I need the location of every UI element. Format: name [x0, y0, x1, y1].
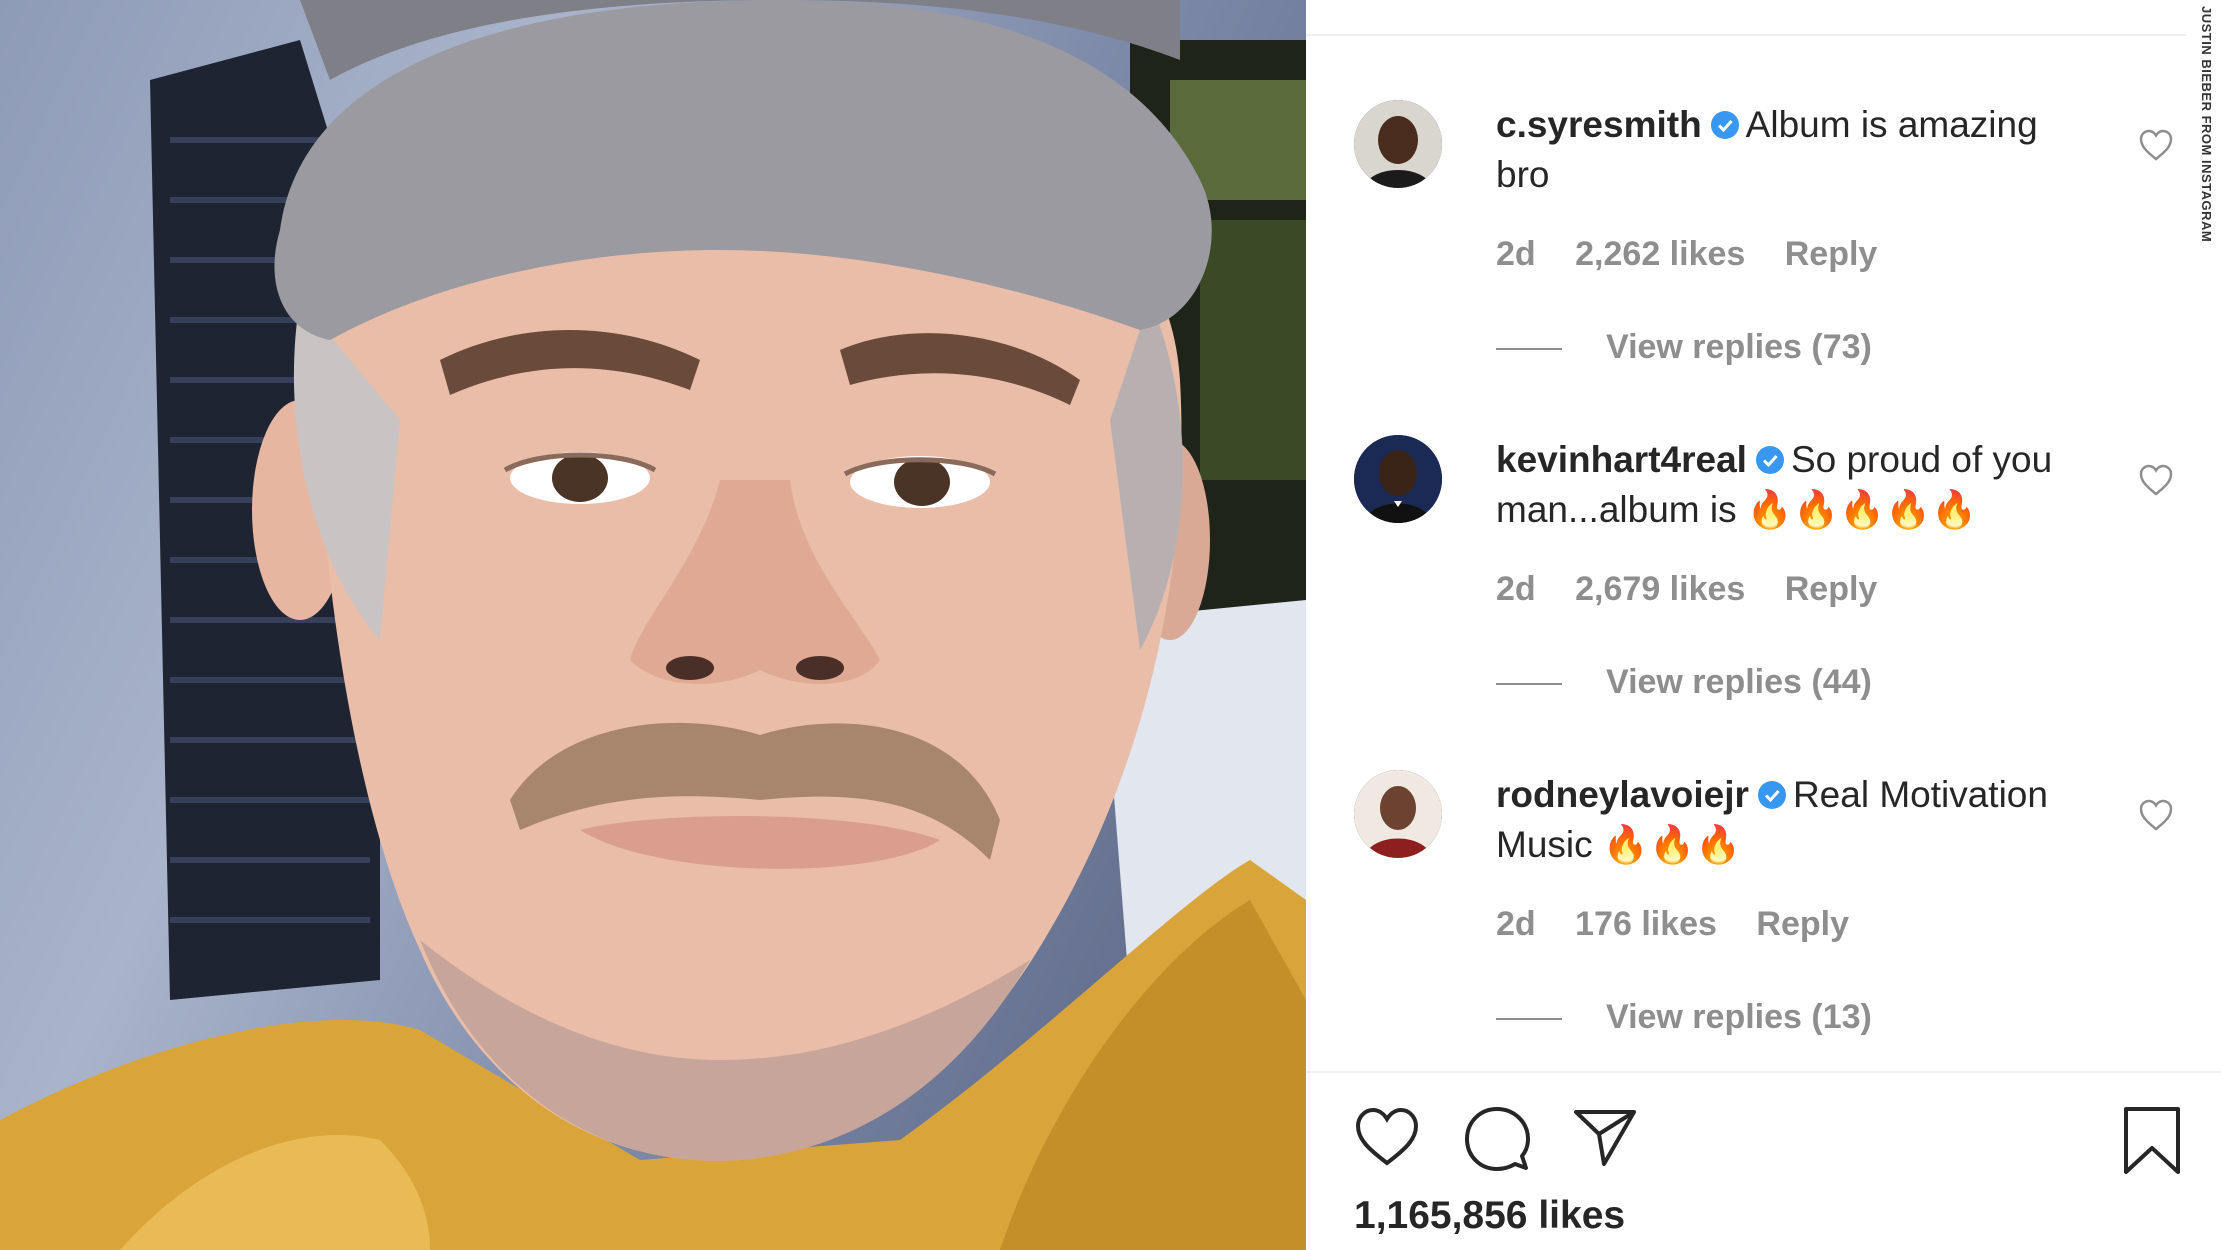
- comment-body: kevinhart4real So proud of you man...albu…: [1496, 435, 2116, 535]
- comment-age: 2d: [1496, 570, 1536, 608]
- view-replies-label: View replies (13): [1606, 998, 1872, 1036]
- comment-meta: 2d 2,262 likes Reply: [1496, 235, 1907, 274]
- divider: [1306, 1071, 2221, 1073]
- view-replies-label: View replies (73): [1606, 328, 1872, 366]
- verified-badge-icon: [1755, 446, 1784, 474]
- bookmark-icon[interactable]: [2122, 1106, 2182, 1176]
- comment-text-line: Real Motivation: [1792, 774, 2048, 815]
- post-likes-count[interactable]: 1,165,856 likes: [1354, 1194, 1625, 1238]
- comment-item: kevinhart4real So proud of you man...albu…: [1354, 435, 2174, 735]
- avatar-image: [1354, 435, 1442, 523]
- comment-body: rodneylavoiejr Real Motivation Music 🔥🔥🔥: [1496, 770, 2116, 870]
- comment-age: 2d: [1496, 235, 1536, 273]
- verified-badge-icon: [1710, 111, 1739, 139]
- avatar[interactable]: [1354, 770, 1442, 858]
- comment-text-line: bro: [1496, 154, 1550, 195]
- avatar[interactable]: [1354, 435, 1442, 523]
- photo-credit: JUSTIN BIEBER FROM INSTAGRAM: [2199, 6, 2216, 256]
- comment-text: c.syresmith Album is amazing bro: [1496, 100, 2116, 200]
- reply-button[interactable]: Reply: [1785, 235, 1878, 273]
- comment-text-line: man...album is: [1496, 489, 1737, 530]
- comment-text-line: So proud of you: [1790, 439, 2053, 480]
- comment-likes[interactable]: 2,679 likes: [1575, 570, 1745, 608]
- comment-meta: 2d 176 likes Reply: [1496, 905, 1879, 944]
- comment-meta: 2d 2,679 likes Reply: [1496, 570, 1907, 609]
- fire-emoji: 🔥🔥🔥: [1602, 823, 1742, 866]
- comment-likes[interactable]: 2,262 likes: [1575, 235, 1745, 273]
- comment-username[interactable]: kevinhart4real: [1496, 439, 1747, 480]
- post-photo[interactable]: [0, 0, 1306, 1250]
- verified-badge-icon: [1757, 781, 1786, 809]
- photo-credit-text: JUSTIN BIEBER FROM INSTAGRAM: [2199, 6, 2214, 243]
- divider: [1496, 683, 1562, 686]
- comment-age: 2d: [1496, 905, 1536, 943]
- comment-likes[interactable]: 176 likes: [1575, 905, 1717, 943]
- heart-icon[interactable]: [1354, 1106, 1420, 1168]
- avatar[interactable]: [1354, 100, 1442, 188]
- heart-icon[interactable]: [2138, 128, 2174, 162]
- comment-text: rodneylavoiejr Real Motivation Music 🔥🔥🔥: [1496, 770, 2116, 870]
- heart-icon[interactable]: [2138, 798, 2174, 832]
- avatar-image: [1354, 100, 1442, 188]
- divider: [1306, 34, 2186, 36]
- view-replies-button[interactable]: View replies (73): [1496, 328, 1872, 367]
- comment-text: kevinhart4real So proud of you man...albu…: [1496, 435, 2116, 535]
- view-replies-label: View replies (44): [1606, 663, 1872, 701]
- reply-button[interactable]: Reply: [1785, 570, 1878, 608]
- divider: [1496, 1018, 1562, 1021]
- comment-item: c.syresmith Album is amazing bro 2d 2,262…: [1354, 100, 2174, 400]
- avatar-image: [1354, 770, 1442, 858]
- view-replies-button[interactable]: View replies (13): [1496, 998, 1872, 1037]
- comment-text-line: Music: [1496, 824, 1593, 865]
- comment-text-line: Album is amazing: [1745, 104, 2038, 145]
- paper-plane-icon[interactable]: [1572, 1106, 1638, 1168]
- comments-pane: c.syresmith Album is amazing bro 2d 2,262…: [1306, 0, 2221, 1250]
- reply-button[interactable]: Reply: [1756, 905, 1849, 943]
- fire-emoji: 🔥🔥🔥🔥🔥: [1746, 488, 1978, 531]
- comment-item: rodneylavoiejr Real Motivation Music 🔥🔥🔥 …: [1354, 770, 2174, 1070]
- comment-icon[interactable]: [1464, 1106, 1530, 1172]
- heart-icon[interactable]: [2138, 463, 2174, 497]
- comment-username[interactable]: rodneylavoiejr: [1496, 774, 1749, 815]
- view-replies-button[interactable]: View replies (44): [1496, 663, 1872, 702]
- selfie-illustration: [0, 0, 1306, 1250]
- comment-body: c.syresmith Album is amazing bro: [1496, 100, 2116, 200]
- comment-username[interactable]: c.syresmith: [1496, 104, 1702, 145]
- divider: [1496, 348, 1562, 351]
